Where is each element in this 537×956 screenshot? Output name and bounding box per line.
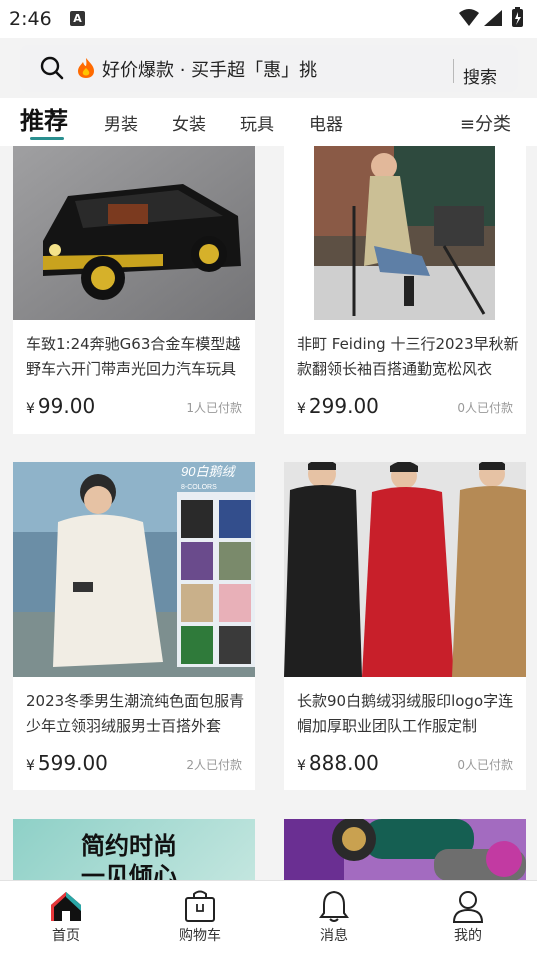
price-value: 99.00 <box>37 394 96 418</box>
tab-mine[interactable]: 我的 <box>428 889 508 945</box>
tab-messages[interactable]: 消息 <box>294 889 374 945</box>
currency-symbol: ¥ <box>297 401 306 417</box>
tab-womenswear[interactable]: 女装 <box>172 110 206 135</box>
status-time: 2:46 <box>9 8 52 30</box>
product-price: ¥99.00 <box>26 394 95 418</box>
product-title[interactable]: 非町 Feiding 十三行2023早秋新款翻领长袖百搭通勤宽松风衣 <box>297 332 519 382</box>
search-placeholder[interactable]: 好价爆款 · 买手超「惠」挑 <box>102 56 317 82</box>
product-image-trench-coat[interactable] <box>284 146 526 320</box>
search-divider <box>453 59 454 83</box>
product-title[interactable]: 长款90白鹅绒羽绒服印logo字连帽加厚职业团队工作服定制 <box>297 689 519 739</box>
product-card[interactable]: 90白鹅绒 8-COLORS 2023冬季男生潮流纯色面包服青少年立领羽绒服男士… <box>13 462 255 790</box>
tab-mine-label: 我的 <box>454 928 482 944</box>
currency-symbol: ¥ <box>26 401 35 417</box>
home-icon <box>51 892 81 921</box>
product-title[interactable]: 2023冬季男生潮流纯色面包服青少年立领羽绒服男士百搭外套 <box>26 689 248 739</box>
product-image-car-model[interactable] <box>13 146 255 320</box>
product-image-long-down-coats[interactable] <box>284 462 526 677</box>
product-price: ¥599.00 <box>26 751 108 775</box>
sold-count: 0人已付款 <box>457 758 513 772</box>
price-value: 299.00 <box>308 394 379 418</box>
product-card[interactable]: 车致1:24奔驰G63合金车模型越野车六开门带声光回力汽车玩具 ¥99.00 1… <box>13 146 255 434</box>
product-card[interactable]: 非町 Feiding 十三行2023早秋新款翻领长袖百搭通勤宽松风衣 ¥299.… <box>284 146 526 434</box>
shopping-bag-icon <box>185 890 215 922</box>
product-card[interactable]: 简约时尚 一见倾心 <box>13 819 255 881</box>
product-image-hair-dryer[interactable] <box>284 819 526 881</box>
currency-symbol: ¥ <box>297 758 306 774</box>
tab-home[interactable]: 首页 <box>26 889 106 945</box>
category-button[interactable]: ≡分类 <box>460 110 511 136</box>
currency-symbol: ¥ <box>26 758 35 774</box>
tab-electronics[interactable]: 电器 <box>309 110 343 135</box>
category-tabs: 推荐 男装 女装 玩具 电器 ≡分类 <box>0 98 537 146</box>
tab-cart[interactable]: 购物车 <box>160 889 240 945</box>
tab-menswear[interactable]: 男装 <box>104 110 138 135</box>
bell-icon <box>319 890 349 922</box>
search-button[interactable]: 搜索 <box>463 63 497 88</box>
product-price: ¥299.00 <box>297 394 379 418</box>
user-icon <box>452 891 484 923</box>
image-tag-text: 90白鹅绒 <box>181 464 236 479</box>
fire-icon <box>76 57 96 84</box>
tab-toys[interactable]: 玩具 <box>240 110 274 135</box>
product-card[interactable]: 长款90白鹅绒羽绒服印logo字连帽加厚职业团队工作服定制 ¥888.00 0人… <box>284 462 526 790</box>
product-price: ¥888.00 <box>297 751 379 775</box>
tab-messages-label: 消息 <box>320 928 348 944</box>
sold-count: 1人已付款 <box>186 401 242 415</box>
sold-count: 0人已付款 <box>457 401 513 415</box>
price-value: 888.00 <box>308 751 379 775</box>
banner-text: 简约时尚 一见倾心 <box>81 832 177 881</box>
product-image-puffer-jacket[interactable]: 90白鹅绒 8-COLORS <box>13 462 255 677</box>
status-bar: 2:46 A <box>0 0 537 38</box>
notification-icon: A <box>70 11 85 26</box>
search-icon <box>40 56 64 80</box>
tab-cart-label: 购物车 <box>179 928 221 944</box>
image-colors-text: 8-COLORS <box>181 484 217 491</box>
bottom-tab-bar: 首页 购物车 消息 我的 <box>0 880 537 956</box>
sold-count: 2人已付款 <box>186 758 242 772</box>
product-title[interactable]: 车致1:24奔驰G63合金车模型越野车六开门带声光回力汽车玩具 <box>26 332 248 382</box>
search-bar[interactable]: 好价爆款 · 买手超「惠」挑 搜索 <box>20 45 518 92</box>
system-status-icons <box>459 7 523 27</box>
product-image-banner[interactable]: 简约时尚 一见倾心 <box>13 819 255 881</box>
tab-home-label: 首页 <box>52 928 80 944</box>
product-card[interactable] <box>284 819 526 881</box>
price-value: 599.00 <box>37 751 108 775</box>
active-tab-indicator <box>30 137 64 140</box>
tab-recommend[interactable]: 推荐 <box>20 101 68 136</box>
